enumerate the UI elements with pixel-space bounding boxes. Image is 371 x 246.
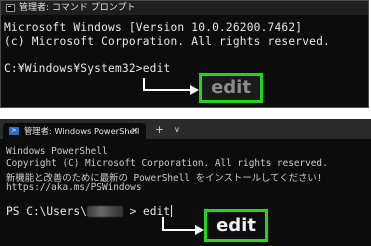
cmd-arrowhead <box>190 85 199 95</box>
arrow-icon <box>143 78 204 235</box>
ps-arrowhead <box>195 225 204 235</box>
cmd-arrow-line <box>143 78 192 91</box>
ps-arrow-line <box>162 217 197 231</box>
